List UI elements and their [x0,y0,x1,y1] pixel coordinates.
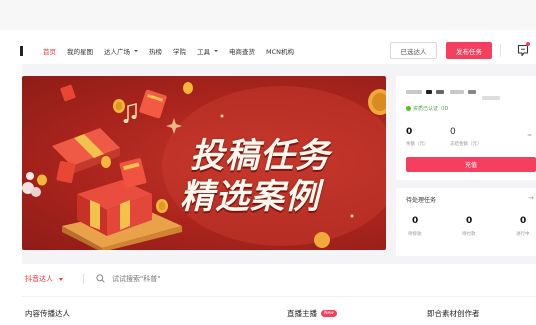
search-input[interactable] [112,272,312,286]
pending-receive-value[interactable]: 0 [412,216,418,226]
pending-receive-label: 待接收 [408,232,422,237]
account-name-blurred [450,90,464,94]
in-progress-label: 进行中 [516,232,530,237]
nav-item-tools[interactable]: 工具 [197,46,218,56]
nav-menu: 首页 我的星图 达人广场 热榜 学院 工具 电商查货 MCN机构 [43,38,305,64]
search-icon [96,274,105,283]
publish-task-button[interactable]: 发布任务 [446,42,492,59]
chevron-down-icon [214,50,218,52]
search-divider [83,274,84,284]
page-top-background [0,0,536,30]
account-name-blurred [406,90,422,94]
balance-label: 余额（元） [406,142,429,147]
nav-item-my-xingtu[interactable]: 我的星图 [67,46,93,56]
account-panel: 资质已认证（ID 0 余额（元） 0 冻结金额（元） ≈ 充值 待处理任务 → … [396,76,536,256]
platform-select[interactable]: 抖音达人 [25,274,63,284]
account-name-blurred [468,90,476,94]
more-icon[interactable]: ≈ [527,132,532,139]
caret-down-icon [59,277,63,281]
chevron-down-icon [134,50,138,52]
logo[interactable] [20,46,23,56]
nav-item-home[interactable]: 首页 [43,46,56,56]
in-progress-value[interactable]: 0 [520,216,526,226]
balance-value: 0 [406,127,413,137]
frozen-value: 0 [450,127,456,137]
account-name-blurred [482,96,500,100]
notification-dot [526,42,530,46]
verified-status: 资质已认证（ID [406,105,448,112]
row-divider [22,296,536,297]
selected-creators-button[interactable]: 已选达人 [390,42,437,59]
nav-item-ecommerce-lookup[interactable]: 电商查货 [229,46,255,56]
category-live-hosts[interactable]: 直播主播 New [287,308,337,319]
nav-item-mcn[interactable]: MCN机构 [266,46,294,56]
recharge-button[interactable]: 充值 [406,157,536,172]
search-bar: 抖音达人 [22,264,536,296]
category-material-creators[interactable]: 即合素材创作者 [427,308,480,319]
pending-tasks-title: 待处理任务 [406,197,437,204]
account-name-blurred [436,90,444,94]
nav-item-creator-square[interactable]: 达人广场 [104,46,138,56]
nav-item-academy[interactable]: 学院 [173,46,186,56]
nav-item-hot-list[interactable]: 热榜 [149,46,162,56]
pending-payment-label: 待付款 [462,232,476,237]
promo-banner[interactable]: 投稿任务 精选案例 [22,76,386,250]
new-badge: New [321,310,337,317]
check-circle-icon [406,106,411,111]
top-nav-bar: 首页 我的星图 达人广场 热榜 学院 工具 电商查货 MCN机构 已选达人 发布… [20,38,536,64]
panel-divider [396,180,536,188]
pending-payment-value[interactable]: 0 [466,216,472,226]
arrow-right-icon[interactable]: → [528,194,534,202]
category-content-creators[interactable]: 内容传播达人 [25,308,70,319]
nav-divider [500,44,501,57]
banner-title-line2: 精选案例 [180,177,320,217]
account-name-blurred [426,90,432,94]
frozen-label: 冻结金额（元） [450,142,482,147]
